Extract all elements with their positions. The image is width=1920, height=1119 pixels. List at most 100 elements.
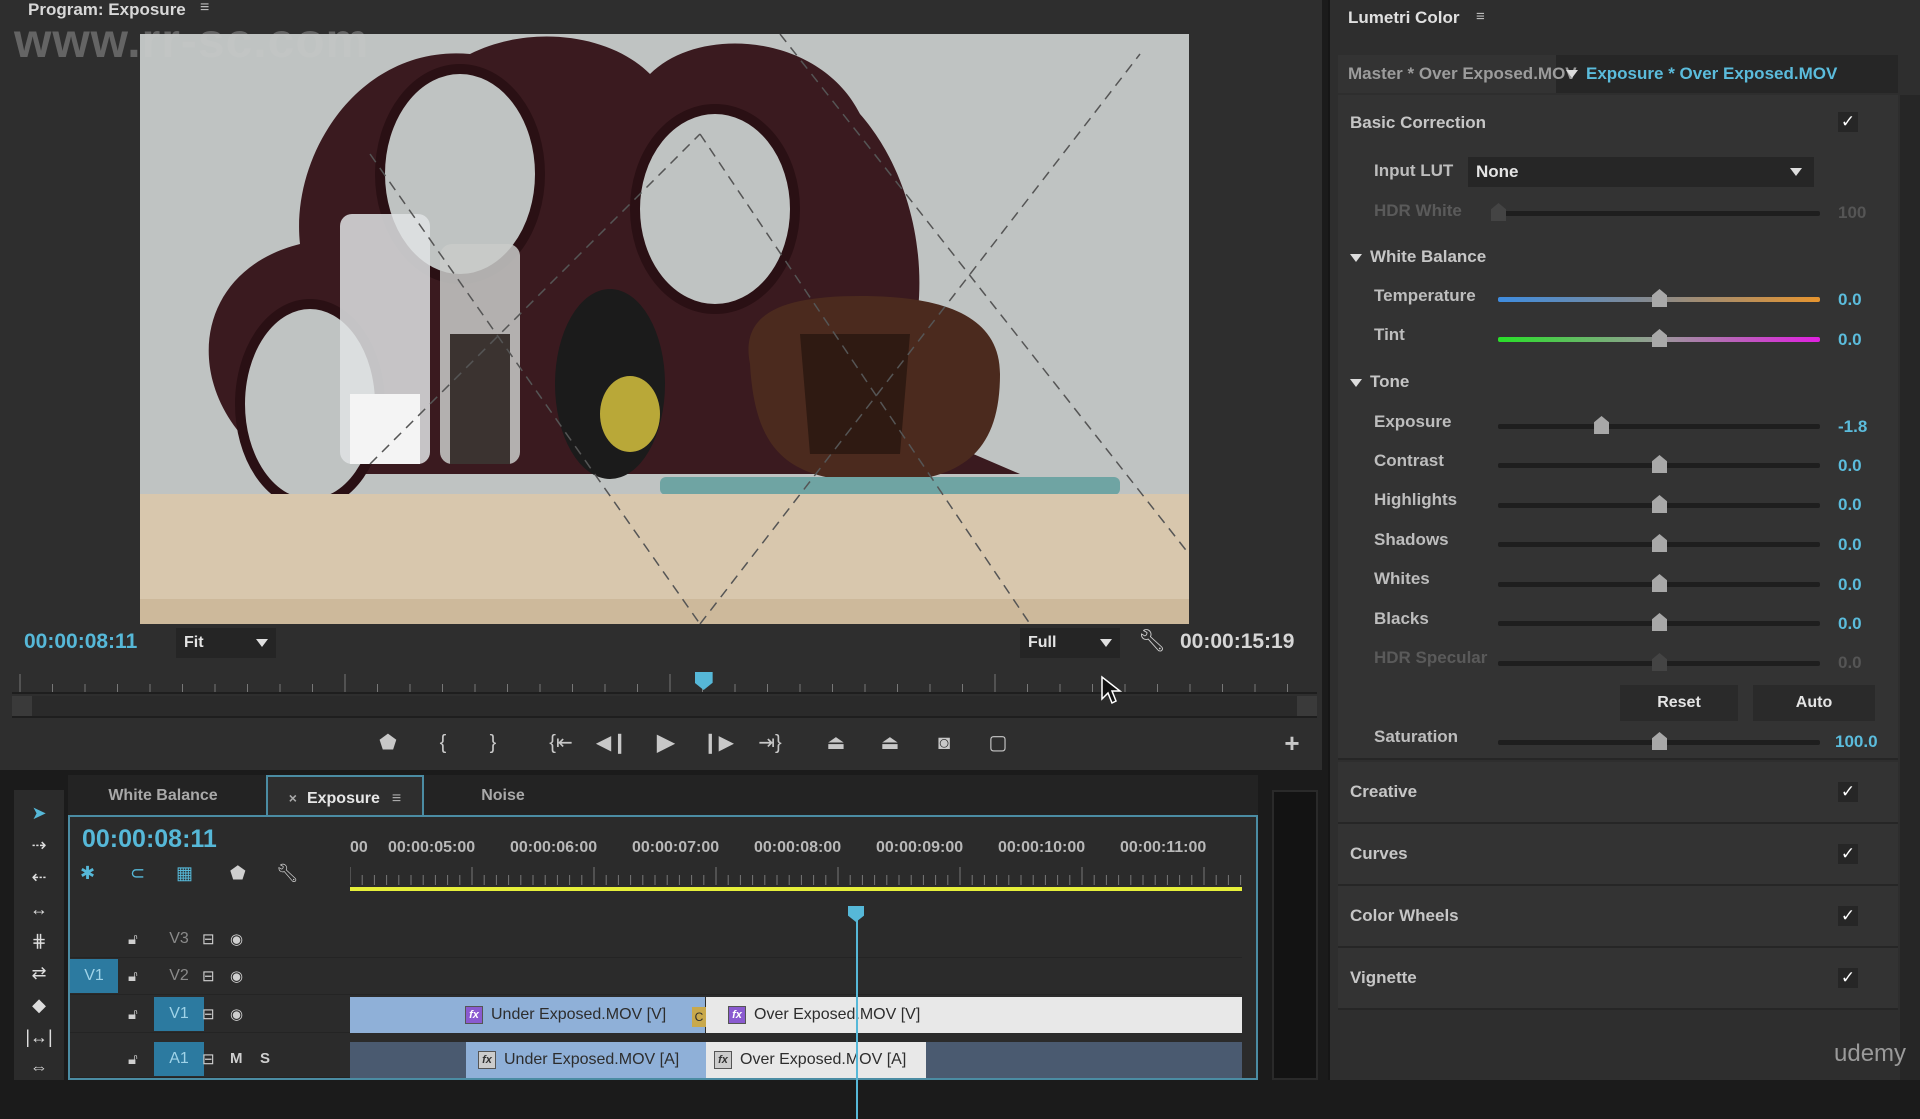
white-balance-header[interactable]: White Balance: [1350, 247, 1486, 267]
exposure-slider[interactable]: [1498, 416, 1820, 434]
add-marker-button[interactable]: ⬟: [370, 728, 406, 758]
ripple-edit-icon[interactable]: ↔: [24, 896, 54, 922]
vignette-checkbox[interactable]: ✓: [1838, 968, 1858, 988]
mute-button[interactable]: M: [230, 1050, 243, 1067]
curves-checkbox[interactable]: ✓: [1838, 844, 1858, 864]
eye-icon[interactable]: ◉: [230, 1005, 243, 1023]
lock-icon[interactable]: 🔓︎: [128, 931, 138, 948]
clip-over-exposed-video[interactable]: fx Over Exposed.MOV [V]: [706, 997, 1242, 1033]
saturation-slider[interactable]: [1498, 732, 1820, 750]
slider-thumb[interactable]: [1652, 613, 1667, 631]
saturation-value[interactable]: 100.0: [1835, 732, 1878, 752]
master-clip-tab[interactable]: Master * Over Exposed.MOV: [1338, 55, 1577, 93]
tab-white-balance[interactable]: White Balance: [68, 775, 258, 817]
add-marker-icon[interactable]: ⬟: [230, 863, 246, 884]
go-to-out-button[interactable]: ⇥}: [752, 728, 788, 758]
color-wheels-checkbox[interactable]: ✓: [1838, 906, 1858, 926]
rolling-edit-icon[interactable]: ⋕: [24, 928, 54, 954]
scrollbar-right-handle[interactable]: [1297, 696, 1317, 716]
highlights-value[interactable]: 0.0: [1838, 495, 1862, 515]
sync-lock-icon[interactable]: ⊟: [202, 1050, 215, 1068]
nest-toggle-icon[interactable]: ✱: [80, 863, 95, 884]
wrench-icon[interactable]: 🔧︎: [1138, 628, 1166, 654]
tab-exposure[interactable]: × Exposure ≡: [266, 775, 424, 817]
eye-icon[interactable]: ◉: [230, 930, 243, 948]
exposure-value[interactable]: -1.8: [1838, 417, 1867, 437]
track-select-forward-icon[interactable]: ⇢: [24, 832, 54, 858]
add-button-icon[interactable]: +: [1274, 728, 1310, 758]
contrast-slider[interactable]: [1498, 455, 1820, 473]
mark-out-button[interactable]: }: [475, 728, 511, 758]
color-wheels-section[interactable]: Color Wheels ✓: [1338, 886, 1898, 948]
slide-icon[interactable]: ⇔: [24, 1054, 54, 1080]
curves-section[interactable]: Curves ✓: [1338, 824, 1898, 886]
source-patch-v1[interactable]: V1: [70, 959, 118, 993]
shadows-value[interactable]: 0.0: [1838, 535, 1862, 555]
linked-selection-icon[interactable]: ▦: [176, 863, 193, 884]
hamburger-icon[interactable]: ≡: [1476, 8, 1485, 25]
panel-title[interactable]: Lumetri Color: [1348, 8, 1459, 28]
lock-icon[interactable]: 🔓︎: [128, 1051, 138, 1068]
sequence-clip-tab[interactable]: Exposure * Over Exposed.MOV: [1586, 55, 1837, 93]
slider-thumb[interactable]: [1594, 416, 1610, 434]
solo-button[interactable]: S: [260, 1050, 270, 1067]
clip-over-exposed-audio[interactable]: fx Over Exposed.MOV [A]: [706, 1042, 926, 1078]
timeline-ruler[interactable]: 00 00:00:05:00 00:00:06:00 00:00:07:00 0…: [350, 839, 1242, 889]
vignette-section[interactable]: Vignette ✓: [1338, 948, 1898, 1010]
reset-button[interactable]: Reset: [1620, 685, 1738, 721]
temperature-slider[interactable]: [1498, 289, 1820, 307]
transition-marker[interactable]: C: [692, 1007, 706, 1027]
timeline-playhead[interactable]: [848, 906, 864, 922]
slider-thumb[interactable]: [1652, 574, 1667, 592]
highlights-slider[interactable]: [1498, 495, 1820, 513]
slider-thumb[interactable]: [1652, 329, 1667, 347]
blacks-value[interactable]: 0.0: [1838, 614, 1862, 634]
playback-resolution-select[interactable]: Full: [1020, 628, 1120, 658]
creative-section[interactable]: Creative ✓: [1338, 762, 1898, 824]
tone-header[interactable]: Tone: [1350, 372, 1409, 392]
lift-button[interactable]: ⏏: [818, 728, 854, 758]
clip-under-exposed-audio[interactable]: fx Under Exposed.MOV [A]: [466, 1042, 706, 1078]
extract-button[interactable]: ⏏: [872, 728, 908, 758]
sync-lock-icon[interactable]: ⊟: [202, 967, 215, 985]
scrollbar-left-handle[interactable]: [12, 696, 32, 716]
contrast-value[interactable]: 0.0: [1838, 456, 1862, 476]
lock-icon[interactable]: 🔓︎: [128, 968, 138, 985]
lock-icon[interactable]: 🔓︎: [128, 1006, 138, 1023]
tab-noise[interactable]: Noise: [448, 775, 558, 817]
basic-correction-checkbox[interactable]: ✓: [1838, 112, 1858, 132]
temperature-value[interactable]: 0.0: [1838, 290, 1862, 310]
blacks-slider[interactable]: [1498, 613, 1820, 631]
slider-thumb[interactable]: [1652, 289, 1667, 307]
auto-button[interactable]: Auto: [1753, 685, 1875, 721]
snap-magnet-icon[interactable]: ⊂: [130, 863, 145, 884]
mark-in-button[interactable]: {: [425, 728, 461, 758]
play-button[interactable]: ▶: [648, 728, 684, 758]
sync-lock-icon[interactable]: ⊟: [202, 930, 215, 948]
sync-lock-icon[interactable]: ⊟: [202, 1005, 215, 1023]
slider-thumb[interactable]: [1652, 534, 1667, 552]
slider-thumb[interactable]: [1652, 455, 1667, 473]
safe-margins-button[interactable]: ▢: [980, 728, 1016, 758]
selection-tool-icon[interactable]: ➤: [24, 800, 54, 826]
eye-icon[interactable]: ◉: [230, 967, 243, 985]
camera-icon[interactable]: ◙: [926, 728, 962, 758]
whites-slider[interactable]: [1498, 574, 1820, 592]
slider-thumb[interactable]: [1652, 732, 1667, 750]
slider-thumb[interactable]: [1652, 495, 1667, 513]
playhead-timecode[interactable]: 00:00:08:11: [24, 630, 137, 654]
panel-scrollbar[interactable]: [1900, 95, 1920, 1080]
track-label[interactable]: V3: [154, 922, 204, 956]
go-to-in-button[interactable]: {⇤: [543, 728, 579, 758]
input-lut-select[interactable]: None: [1468, 157, 1814, 187]
step-back-button[interactable]: ◀❙: [594, 728, 630, 758]
wrench-icon[interactable]: 🔧︎: [276, 863, 299, 884]
track-label[interactable]: A1: [154, 1042, 204, 1076]
work-area-bar[interactable]: [350, 887, 1242, 891]
shadows-slider[interactable]: [1498, 534, 1820, 552]
step-forward-button[interactable]: ❙▶: [700, 728, 736, 758]
slip-icon[interactable]: |↔|: [24, 1024, 54, 1050]
rate-stretch-icon[interactable]: ⇄: [24, 960, 54, 986]
section-title[interactable]: Basic Correction: [1350, 113, 1486, 133]
track-select-backward-icon[interactable]: ⇠: [24, 864, 54, 890]
